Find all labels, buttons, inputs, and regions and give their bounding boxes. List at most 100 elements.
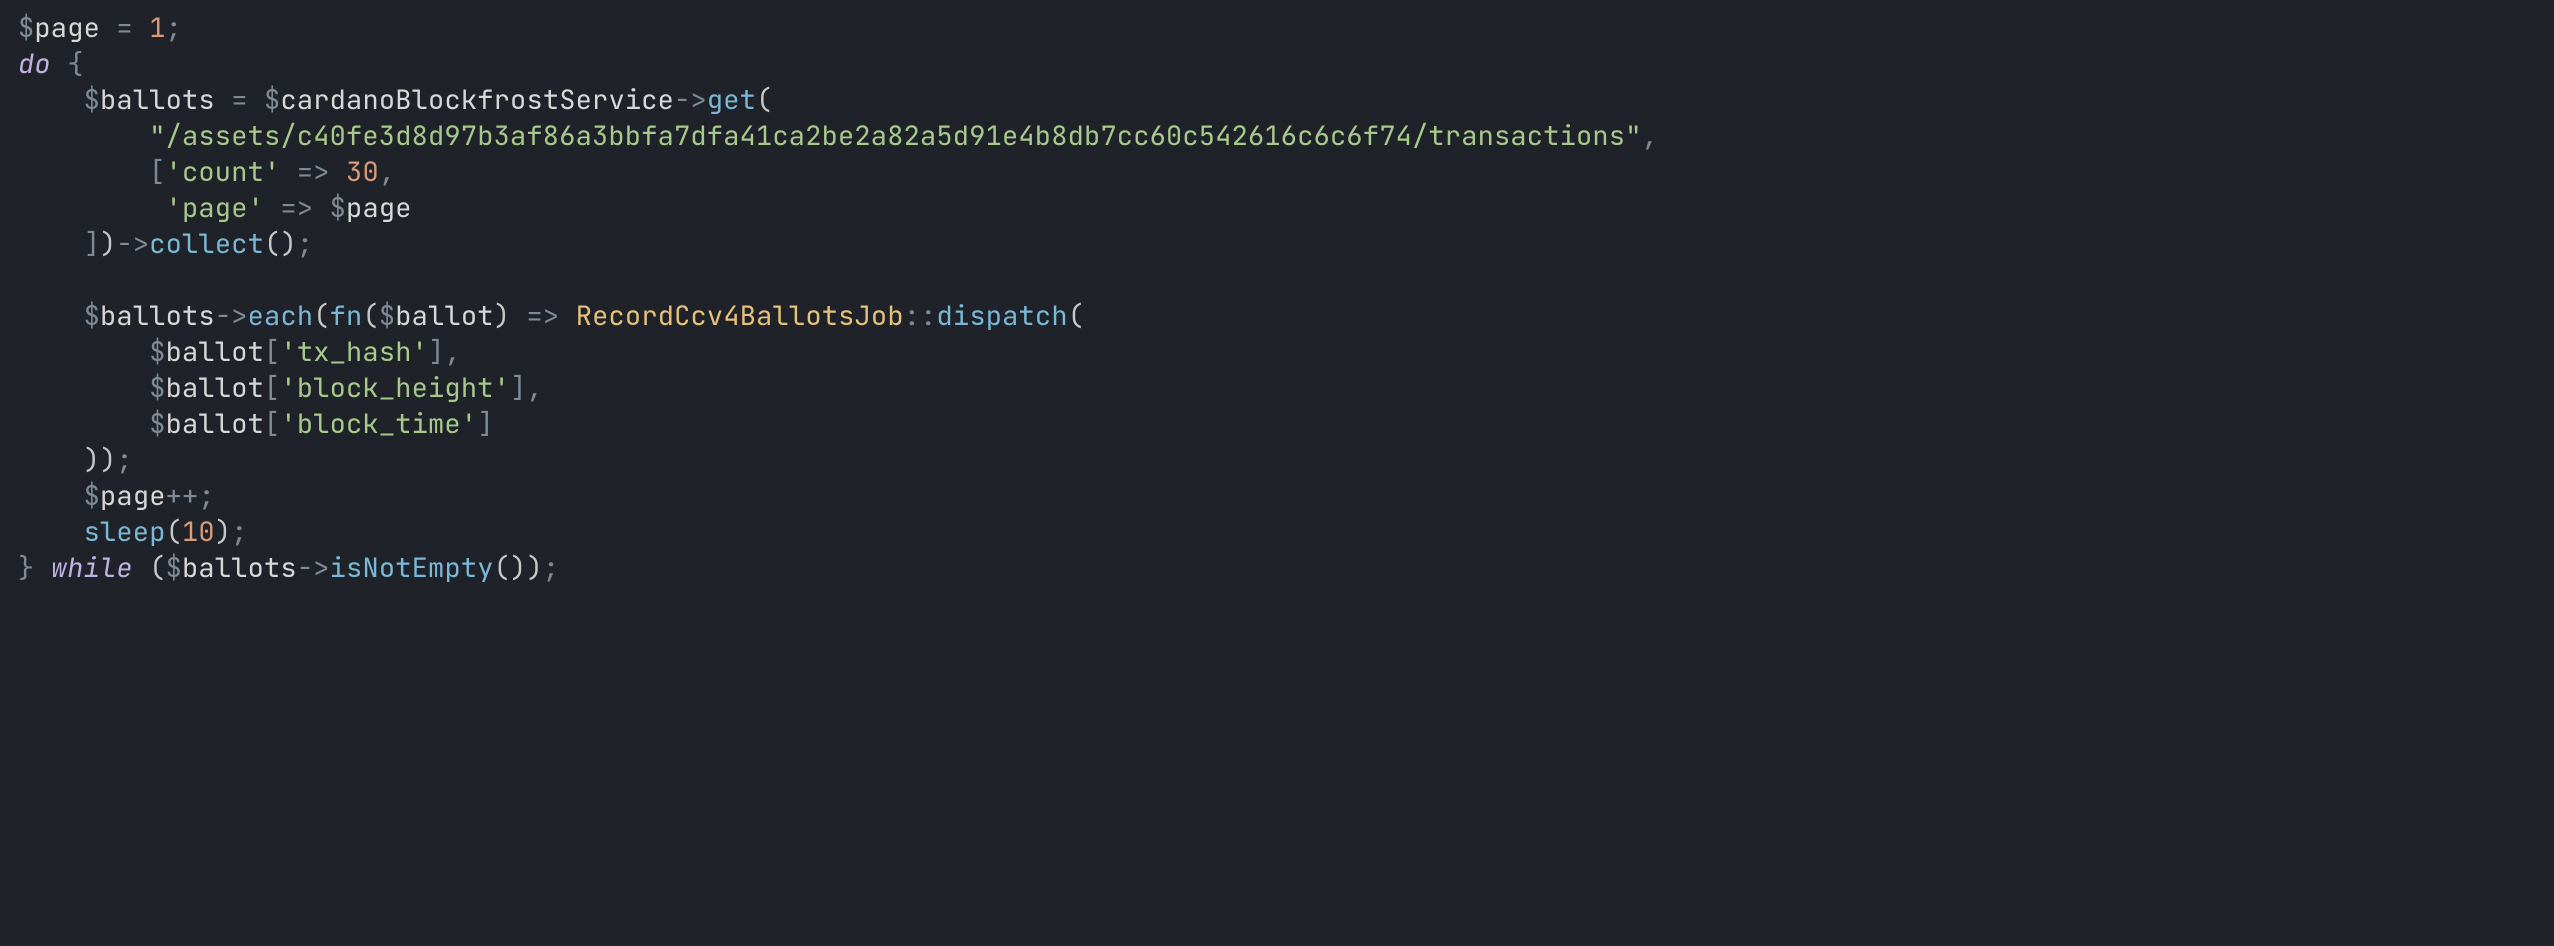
- code-line: do {: [18, 46, 84, 82]
- code-token: [18, 478, 84, 514]
- code-token: isNotEmpty: [330, 550, 494, 586]
- code-token: ()): [494, 550, 543, 586]
- code-token: [: [264, 406, 280, 442]
- code-token: 'tx_hash': [280, 334, 428, 370]
- code-token: [18, 154, 149, 190]
- code-token: (: [166, 514, 182, 550]
- code-line: 'page' => $page: [18, 190, 412, 226]
- code-token: while: [51, 550, 133, 586]
- code-token: cardanoBlockfrostService: [280, 82, 674, 118]
- code-token: ,: [444, 334, 460, 370]
- code-token: sleep: [84, 514, 166, 550]
- code-token: (: [362, 298, 378, 334]
- code-token: ->: [674, 82, 707, 118]
- code-token: ;: [297, 226, 313, 262]
- code-token: ;: [166, 10, 182, 46]
- code-token: fn: [330, 298, 363, 334]
- code-token: 'block_height': [280, 370, 510, 406]
- code-token: [: [264, 370, 280, 406]
- code-token: dispatch: [937, 298, 1068, 334]
- code-token: =: [231, 82, 247, 118]
- code-token: [18, 82, 84, 118]
- code-token: ballot: [166, 406, 264, 442]
- code-token: ,: [526, 370, 542, 406]
- code-token: [18, 442, 84, 478]
- code-token: (: [149, 550, 165, 586]
- code-token: [215, 82, 231, 118]
- code-token: do: [18, 46, 51, 82]
- code-token: [18, 226, 84, 262]
- code-token: 30: [346, 154, 379, 190]
- code-line: $ballots->each(fn($ballot) => RecordCcv4…: [18, 298, 1084, 334]
- code-token: ballot: [166, 334, 264, 370]
- code-token: [18, 514, 84, 550]
- code-line: $page = 1;: [18, 10, 182, 46]
- code-token: page: [100, 478, 166, 514]
- code-token: [18, 334, 149, 370]
- code-token: 'page': [166, 190, 264, 226]
- code-line: $ballot['block_time']: [18, 406, 494, 442]
- code-editor-content[interactable]: $page = 1; do { $ballots = $cardanoBlock…: [0, 0, 2554, 596]
- code-line: "/assets/c40fe3d8d97b3af86a3bbfa7dfa41ca…: [18, 118, 1658, 154]
- code-line: } while ($ballots->isNotEmpty());: [18, 550, 559, 586]
- code-token: [: [149, 154, 165, 190]
- code-token: each: [248, 298, 314, 334]
- code-token: 'block_time': [280, 406, 477, 442]
- code-token: ]: [428, 334, 444, 370]
- code-token: ]: [84, 226, 100, 262]
- code-token: ++: [166, 478, 199, 514]
- code-token: ballot: [395, 298, 493, 334]
- code-token: [34, 550, 50, 586]
- code-token: $: [379, 298, 395, 334]
- code-line: ));: [18, 442, 133, 478]
- code-token: =>: [297, 154, 330, 190]
- code-token: (: [756, 82, 772, 118]
- code-token: ,: [1642, 118, 1658, 154]
- code-token: [: [264, 334, 280, 370]
- code-line: $ballots = $cardanoBlockfrostService->ge…: [18, 82, 772, 118]
- code-token: ;: [198, 478, 214, 514]
- code-token: ballot: [166, 370, 264, 406]
- code-token: ;: [116, 442, 132, 478]
- code-line: $ballot['tx_hash'],: [18, 334, 461, 370]
- code-line: $page++;: [18, 478, 215, 514]
- code-token: ;: [543, 550, 559, 586]
- code-token: [133, 10, 149, 46]
- code-token: )): [84, 442, 117, 478]
- code-token: [18, 190, 166, 226]
- code-token: get: [707, 82, 756, 118]
- code-token: ): [494, 298, 510, 334]
- code-token: 10: [182, 514, 215, 550]
- code-token: }: [18, 550, 34, 586]
- code-token: ]: [510, 370, 526, 406]
- code-token: ): [100, 226, 116, 262]
- code-token: $: [84, 478, 100, 514]
- code-token: page: [346, 190, 412, 226]
- code-token: [18, 118, 149, 154]
- code-token: =>: [280, 190, 313, 226]
- code-token: RecordCcv4BallotsJob: [576, 298, 904, 334]
- code-token: [100, 10, 116, 46]
- code-line: $ballot['block_height'],: [18, 370, 543, 406]
- code-token: ballots: [100, 82, 215, 118]
- code-token: ballots: [182, 550, 297, 586]
- code-token: $: [18, 10, 34, 46]
- code-token: [133, 550, 149, 586]
- code-token: (): [264, 226, 297, 262]
- code-token: ballots: [100, 298, 215, 334]
- code-token: {: [67, 46, 83, 82]
- code-token: ->: [215, 298, 248, 334]
- code-token: ,: [379, 154, 395, 190]
- code-token: page: [34, 10, 100, 46]
- code-token: ]: [477, 406, 493, 442]
- code-token: [559, 298, 575, 334]
- code-token: 'count': [166, 154, 281, 190]
- code-token: [264, 190, 280, 226]
- code-token: [280, 154, 296, 190]
- code-token: [510, 298, 526, 334]
- code-token: ->: [116, 226, 149, 262]
- code-token: [51, 46, 67, 82]
- code-token: [330, 154, 346, 190]
- code-token: [248, 82, 264, 118]
- code-line: ['count' => 30,: [18, 154, 395, 190]
